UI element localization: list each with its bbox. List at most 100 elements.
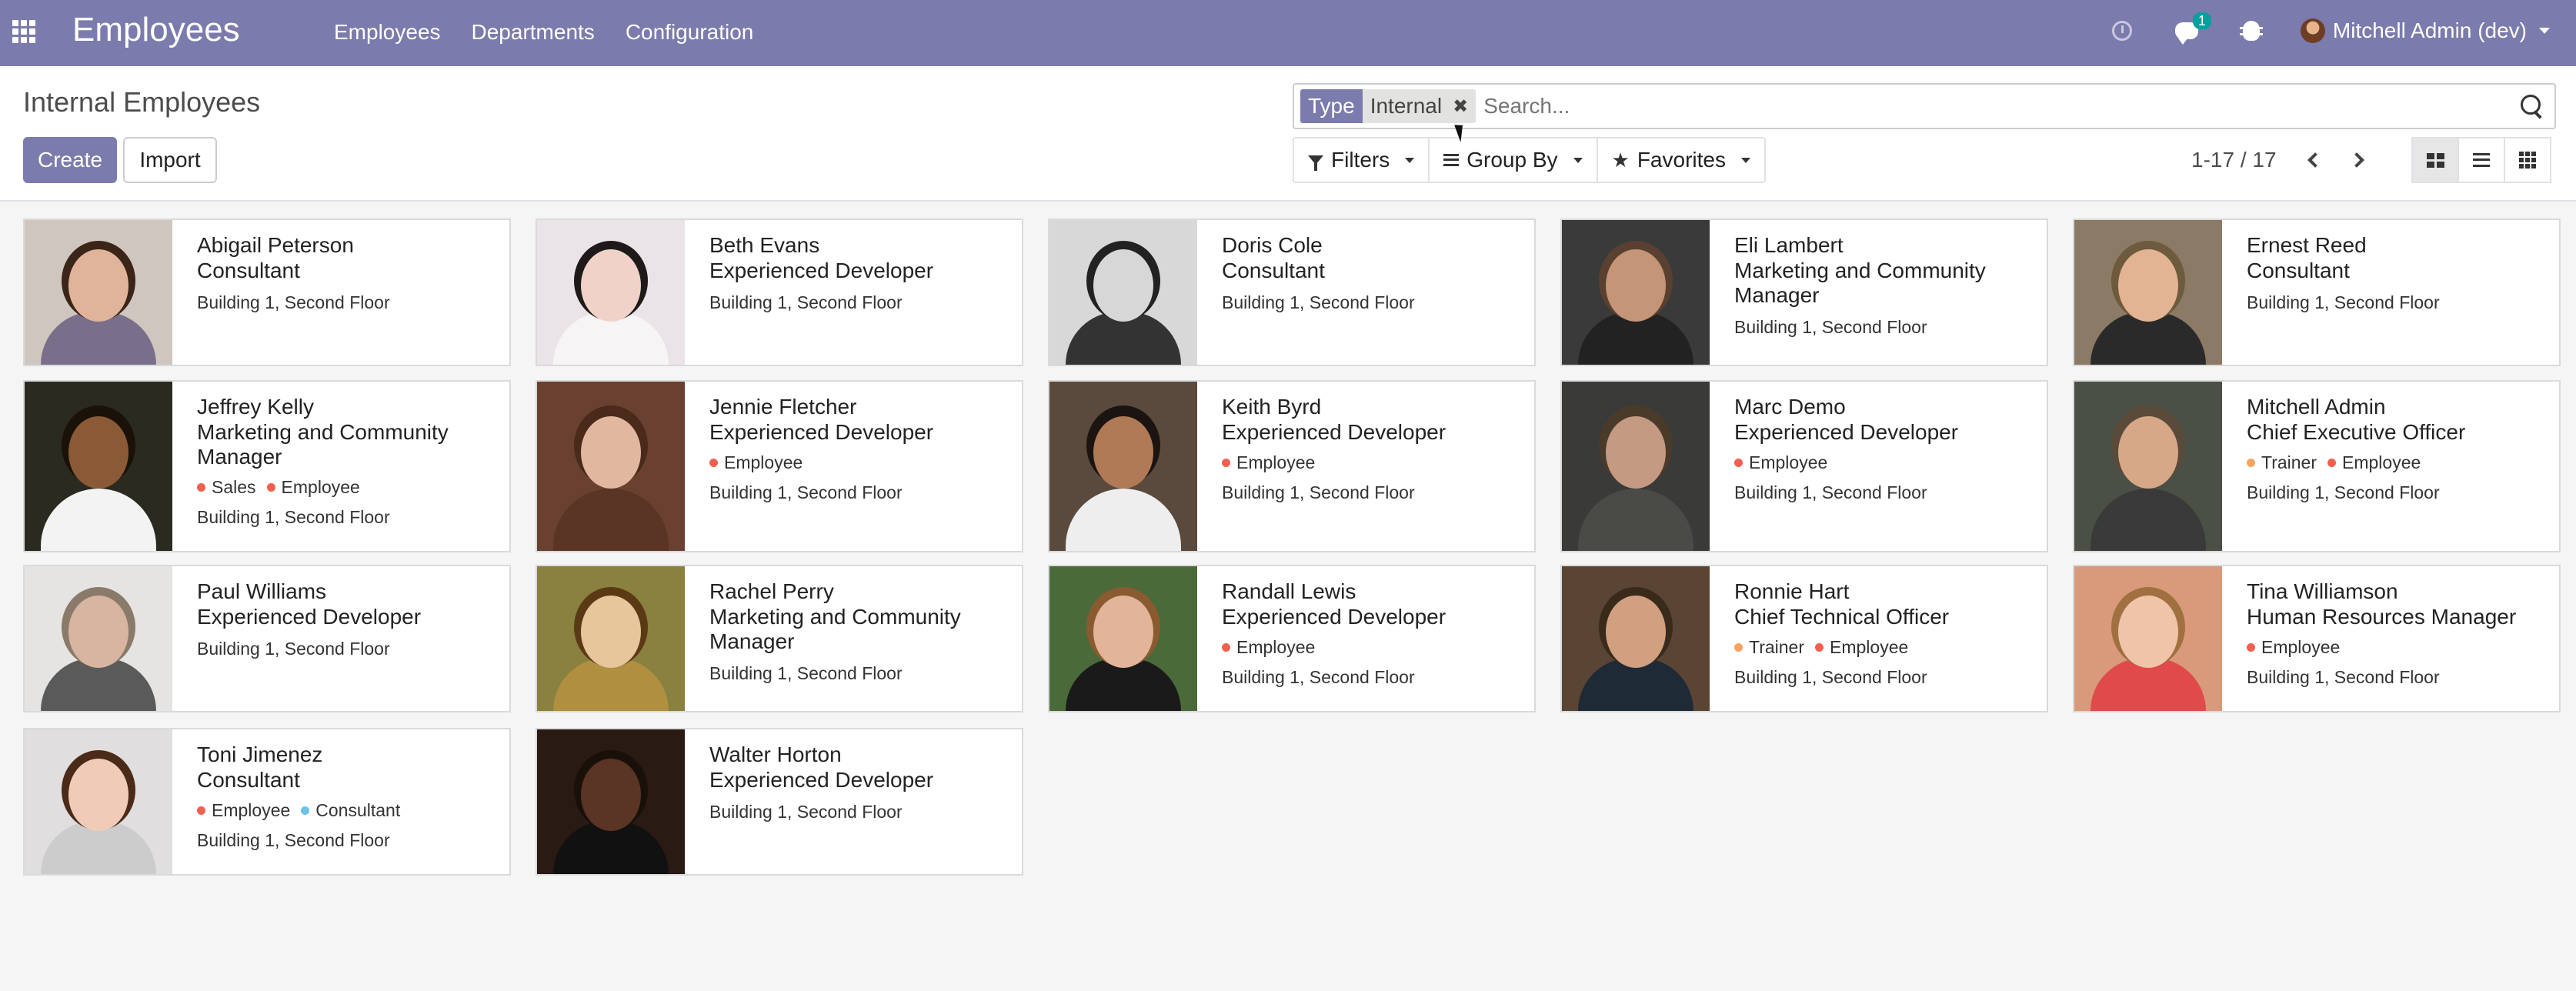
user-menu[interactable]: Mitchell Admin (dev) (2300, 18, 2550, 43)
debug-bug-icon[interactable] (2236, 15, 2267, 46)
systray: 1 Mitchell Admin (dev) (2107, 12, 2550, 46)
tag-label: Employee (281, 477, 360, 497)
import-button[interactable]: Import (123, 137, 217, 183)
tag: Employee (2247, 637, 2340, 658)
tag-color-dot (301, 806, 310, 815)
chat-badge: 1 (2192, 12, 2211, 29)
apps-menu-icon[interactable] (11, 18, 37, 45)
menu-departments[interactable]: Departments (472, 20, 595, 45)
create-button[interactable]: Create (23, 137, 117, 183)
pager: 1-17 / 17 (2191, 137, 2383, 183)
pager-value[interactable]: 1-17 / 17 (2191, 148, 2277, 172)
tag-label: Employee (1749, 452, 1828, 472)
tag: Trainer (2247, 452, 2317, 473)
employee-tags: Trainer Employee (2247, 452, 2534, 473)
pager-previous-icon[interactable] (2300, 145, 2331, 175)
employee-job-title: Experienced Developer (1222, 605, 1446, 629)
tag-color-dot (709, 459, 718, 467)
employee-card[interactable]: Doris Cole Consultant Building 1, Second F… (1048, 219, 1536, 366)
employee-name: Tina Williamson (2247, 579, 2398, 603)
employee-card[interactable]: Tina Williamson Human Resources Manager Em… (2073, 565, 2561, 712)
tag: Employee (2327, 452, 2421, 473)
list-view-icon[interactable] (2458, 137, 2505, 183)
employee-card[interactable]: Jennie Fletcher Experienced Developer Empl… (536, 380, 1023, 552)
employee-location: Building 1, Second Floor (1734, 317, 1927, 337)
employee-job-title: Experienced Developer (709, 768, 934, 792)
employee-location: Building 1, Second Floor (197, 639, 390, 659)
main-menu: Employees Departments Configuration (334, 20, 753, 45)
employee-tags: Employee (2247, 637, 2534, 658)
employee-photo (1562, 566, 1710, 711)
employee-photo (537, 220, 685, 365)
employee-job-title: Marketing and Community Manager (709, 605, 961, 653)
employee-card[interactable]: Toni Jimenez Consultant Employee Consultant… (23, 728, 511, 876)
employee-card[interactable]: Abigail Peterson Consultant Building 1, Se… (23, 219, 511, 366)
messaging-menu[interactable]: 1 (2171, 12, 2211, 46)
employee-card[interactable]: Mitchell Admin Chief Executive Officer Tra… (2073, 380, 2561, 552)
employee-location: Building 1, Second Floor (2247, 292, 2440, 312)
employee-job-title: Experienced Developer (709, 259, 934, 282)
tag-label: Consultant (315, 800, 401, 820)
activity-view-icon[interactable] (2504, 137, 2551, 183)
employee-location: Building 1, Second Floor (1222, 482, 1415, 502)
tag: Employee (709, 452, 802, 473)
facet-category: Type (1300, 89, 1363, 123)
employee-card[interactable]: Randall Lewis Experienced Developer Employ… (1048, 565, 1536, 712)
pager-next-icon[interactable] (2341, 145, 2372, 175)
employee-card[interactable]: Beth Evans Experienced Developer Building … (536, 219, 1023, 366)
employee-name: Eli Lambert (1734, 233, 1844, 257)
employee-photo (1049, 566, 1197, 711)
search-input[interactable] (1483, 89, 2516, 123)
employee-location: Building 1, Second Floor (1734, 482, 1927, 502)
tag-color-dot (1734, 643, 1743, 652)
kanban-view-icon[interactable] (2411, 137, 2459, 183)
employee-photo (25, 566, 172, 711)
employee-job-title: Experienced Developer (1734, 420, 1959, 444)
employee-photo (1049, 220, 1197, 365)
tag-label: Employee (1236, 452, 1316, 472)
employee-job-title: Consultant (1222, 259, 1325, 282)
employee-photo (2074, 220, 2222, 365)
employee-card[interactable]: Keith Byrd Experienced Developer Employee B… (1048, 380, 1536, 552)
employee-job-title: Experienced Developer (709, 420, 934, 444)
employee-name: Randall Lewis (1222, 579, 1356, 603)
employee-location: Building 1, Second Floor (1222, 667, 1415, 687)
tag: Employee (1734, 452, 1827, 473)
employee-card[interactable]: Ernest Reed Consultant Building 1, Second … (2073, 219, 2561, 366)
employee-card[interactable]: Rachel Perry Marketing and Community Mana… (536, 565, 1023, 712)
employee-card[interactable]: Marc Demo Experienced Developer Employee Bu… (1560, 380, 2048, 552)
employee-tags: Employee (709, 452, 997, 473)
menu-employees[interactable]: Employees (334, 20, 441, 45)
app-brand[interactable]: Employees (72, 11, 240, 49)
user-name: Mitchell Admin (dev) (2332, 18, 2527, 42)
tag: Employee (1222, 452, 1315, 473)
tag-label: Employee (2342, 452, 2421, 472)
view-switcher (2411, 137, 2551, 183)
search-facet: Type Internal ✖ (1300, 89, 1477, 123)
favorites-button[interactable]: ★ Favorites (1596, 137, 1766, 183)
employee-card[interactable]: Ronnie Hart Chief Technical Officer Traine… (1560, 565, 2048, 712)
search-icon[interactable] (2516, 91, 2547, 122)
filter-icon (1308, 155, 1323, 171)
employee-location: Building 1, Second Floor (709, 802, 903, 822)
employee-card[interactable]: Walter Horton Experienced Developer Buildi… (536, 728, 1023, 876)
favorites-label: Favorites (1637, 148, 1726, 172)
employee-photo (537, 566, 685, 711)
filters-button[interactable]: Filters (1293, 137, 1430, 183)
menu-configuration[interactable]: Configuration (626, 20, 754, 45)
employee-name: Jeffrey Kelly (197, 395, 314, 419)
groupby-button[interactable]: Group By (1428, 137, 1598, 183)
employee-job-title: Consultant (197, 259, 300, 282)
employee-card[interactable]: Jeffrey Kelly Marketing and Community Man… (23, 380, 511, 552)
employee-photo (25, 729, 172, 874)
tag-color-dot (197, 806, 205, 815)
activity-clock-icon[interactable] (2107, 15, 2137, 46)
employee-card[interactable]: Paul Williams Experienced Developer Buildi… (23, 565, 511, 712)
employee-job-title: Consultant (2247, 259, 2350, 282)
employee-name: Doris Cole (1222, 233, 1323, 257)
facet-remove-icon[interactable]: ✖ (1453, 95, 1468, 118)
employee-job-title: Experienced Developer (1222, 420, 1446, 444)
employee-location: Building 1, Second Floor (1734, 667, 1927, 687)
employee-card[interactable]: Eli Lambert Marketing and Community Manag… (1560, 219, 2048, 366)
facet-value: Internal (1370, 94, 1443, 118)
